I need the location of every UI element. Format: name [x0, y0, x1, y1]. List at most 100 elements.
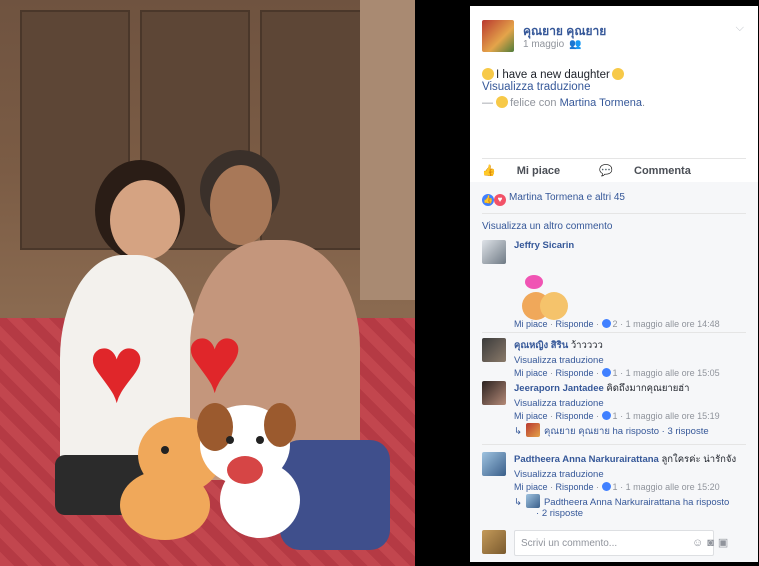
comment-like-button[interactable]: Mi piace [514, 368, 548, 378]
post-photo[interactable]: ♥ ♥ [0, 0, 415, 566]
reply-avatar [525, 494, 540, 508]
feeling-text: felice con [510, 97, 557, 109]
comment-time[interactable]: 1 maggio alle ore 14:48 [626, 319, 720, 329]
commenter-avatar[interactable] [482, 338, 506, 362]
reply-avatar [525, 423, 540, 437]
tagged-person-link[interactable]: Martina Tormena [560, 97, 642, 109]
speech-bubble-icon: 💬 [599, 165, 613, 177]
chevron-down-icon[interactable]: ⌵ [736, 22, 744, 35]
thumbs-up-icon: 👍 [482, 165, 496, 177]
like-count[interactable]: 2 [613, 319, 618, 329]
comment-time[interactable]: 1 maggio alle ore 15:19 [626, 411, 720, 421]
comment-body: Jeffry Sicarin [514, 240, 748, 251]
current-user-avatar [482, 530, 506, 554]
like-label: Mi piace [516, 165, 561, 177]
comment-text: ว้าวววว [570, 340, 603, 351]
replies-summary[interactable]: ↳ คุณยาย คุณยาย ha risposto · 3 risposte [514, 423, 709, 439]
wooden-door-right [260, 10, 370, 250]
reply-separator: · [661, 426, 665, 437]
photo-viewer: ♥ ♥ คุณยาย คุณยาย 1 maggio 👥 ⌵ I have a … [0, 0, 759, 566]
happy-emoji-icon [496, 96, 509, 108]
write-comment-box: Scrivi un commento... ☺◙▣ [482, 530, 746, 556]
commenter-avatar[interactable] [482, 240, 506, 264]
emoji-icon[interactable]: ☺ [692, 537, 707, 549]
comment-label: Commenta [634, 165, 691, 177]
reply-separator: · [536, 508, 540, 519]
like-count-icon [601, 482, 611, 491]
comment-translate-link[interactable]: Visualizza traduzione [514, 469, 748, 480]
comment-reply-button[interactable]: Risponde [556, 411, 594, 421]
like-button[interactable]: 👍 Mi piace [482, 165, 578, 177]
replies-summary[interactable]: ↳ Padtheera Anna Narkurairattana ha rispo… [514, 494, 748, 519]
comment-meta: Mi piace · Risponde · 1 · 1 maggio alle … [514, 368, 720, 378]
blush-emoji-icon [611, 68, 624, 80]
comment-meta: Mi piace · Risponde · 2 · 1 maggio alle … [514, 319, 720, 329]
post-text: I have a new daughter Visualizza traduzi… [482, 68, 626, 93]
person-right-face [210, 165, 272, 245]
feeling-period: . [641, 97, 646, 109]
person-left-face [110, 180, 180, 260]
love-reaction-icon: ♥ [494, 194, 506, 206]
comment-like-button[interactable]: Mi piace [514, 482, 548, 492]
post-text-content: I have a new daughter [496, 69, 610, 81]
comment-body: Jeeraporn Jantadee คิดถึงมากคุณยายฮ่า Vi… [514, 381, 748, 421]
feeling-dash: — [482, 97, 493, 109]
reply-arrow-icon: ↳ [514, 497, 522, 508]
like-reaction-icon: 👍 [482, 194, 494, 206]
post-translate-link[interactable]: Visualizza traduzione [482, 81, 626, 93]
wall [360, 0, 415, 300]
comment-input[interactable]: Scrivi un commento... [514, 530, 714, 556]
comment-like-button[interactable]: Mi piace [514, 411, 548, 421]
divider [482, 158, 746, 159]
reactions-text: Martina Tormena e altri 45 [509, 192, 625, 203]
commenter-avatar[interactable] [482, 452, 506, 476]
comment-body: Padtheera Anna Narkurairattana ลูกใครค่ะ… [514, 452, 748, 492]
comment-text: คิดถึงมากคุณยายฮ่า [606, 383, 690, 394]
smiling-emoji-icon [482, 68, 494, 80]
comment-button[interactable]: 💬 Commenta [599, 165, 709, 177]
commenter-name[interactable]: Padtheera Anna Narkurairattana [514, 454, 659, 465]
comment-time[interactable]: 1 maggio alle ore 15:20 [626, 482, 720, 492]
dog-hug-sticker [522, 275, 568, 320]
like-count[interactable]: 1 [613, 368, 618, 378]
post-actions: 👍 Mi piace 💬 Commenta [482, 164, 727, 177]
camera-icon[interactable]: ◙ [707, 537, 718, 549]
hugging-dogs-sticker [120, 403, 300, 540]
view-more-comments-link[interactable]: Visualizza un altro commento [482, 221, 612, 232]
commenter-avatar[interactable] [482, 381, 506, 405]
divider [482, 444, 746, 445]
comment-translate-link[interactable]: Visualizza traduzione [514, 398, 748, 409]
post-panel: คุณยาย คุณยาย 1 maggio 👥 ⌵ I have a new … [470, 6, 758, 562]
sticker-icon[interactable]: ▣ [718, 537, 732, 549]
like-count[interactable]: 1 [613, 482, 618, 492]
comment-meta: Mi piace · Risponde · 1 · 1 maggio alle … [514, 411, 720, 421]
feeling-line: — felice con Martina Tormena. [482, 96, 645, 109]
heart-sticker-right: ♥ [186, 306, 243, 413]
reply-author: คุณยาย คุณยาย ha risposto [543, 426, 659, 437]
reply-count: 2 risposte [541, 508, 583, 519]
comment-time[interactable]: 1 maggio alle ore 15:05 [626, 368, 720, 378]
reply-count: 3 risposte [667, 426, 709, 437]
comment-body: คุณหญิง สิริน ว้าวววว Visualizza traduzi… [514, 338, 748, 378]
divider [482, 213, 746, 214]
reply-author: Padtheera Anna Narkurairattana ha rispos… [543, 497, 730, 508]
commenter-name[interactable]: Jeffry Sicarin [514, 240, 574, 251]
comment-text: ลูกใครค่ะ น่ารักจัง [661, 454, 737, 465]
comment-reply-button[interactable]: Risponde [556, 368, 594, 378]
post-date[interactable]: 1 maggio [523, 39, 564, 50]
commenter-name[interactable]: Jeeraporn Jantadee [514, 383, 604, 394]
commenter-name[interactable]: คุณหญิง สิริน [514, 340, 568, 351]
like-count-icon [601, 411, 611, 420]
comment-translate-link[interactable]: Visualizza traduzione [514, 355, 748, 366]
author-avatar[interactable] [482, 20, 514, 52]
comment-reply-button[interactable]: Risponde [556, 482, 594, 492]
comment-meta: Mi piace · Risponde · 1 · 1 maggio alle … [514, 482, 720, 492]
friends-audience-icon[interactable]: 👥 [569, 39, 581, 50]
like-count[interactable]: 1 [613, 411, 618, 421]
like-count-icon [601, 319, 611, 328]
input-icons: ☺◙▣ [692, 536, 732, 549]
comment-like-button[interactable]: Mi piace [514, 319, 548, 329]
reactions-summary[interactable]: 👍 ♥ Martina Tormena e altri 45 [482, 192, 625, 206]
reply-arrow-icon: ↳ [514, 426, 522, 437]
comment-reply-button[interactable]: Risponde [556, 319, 594, 329]
